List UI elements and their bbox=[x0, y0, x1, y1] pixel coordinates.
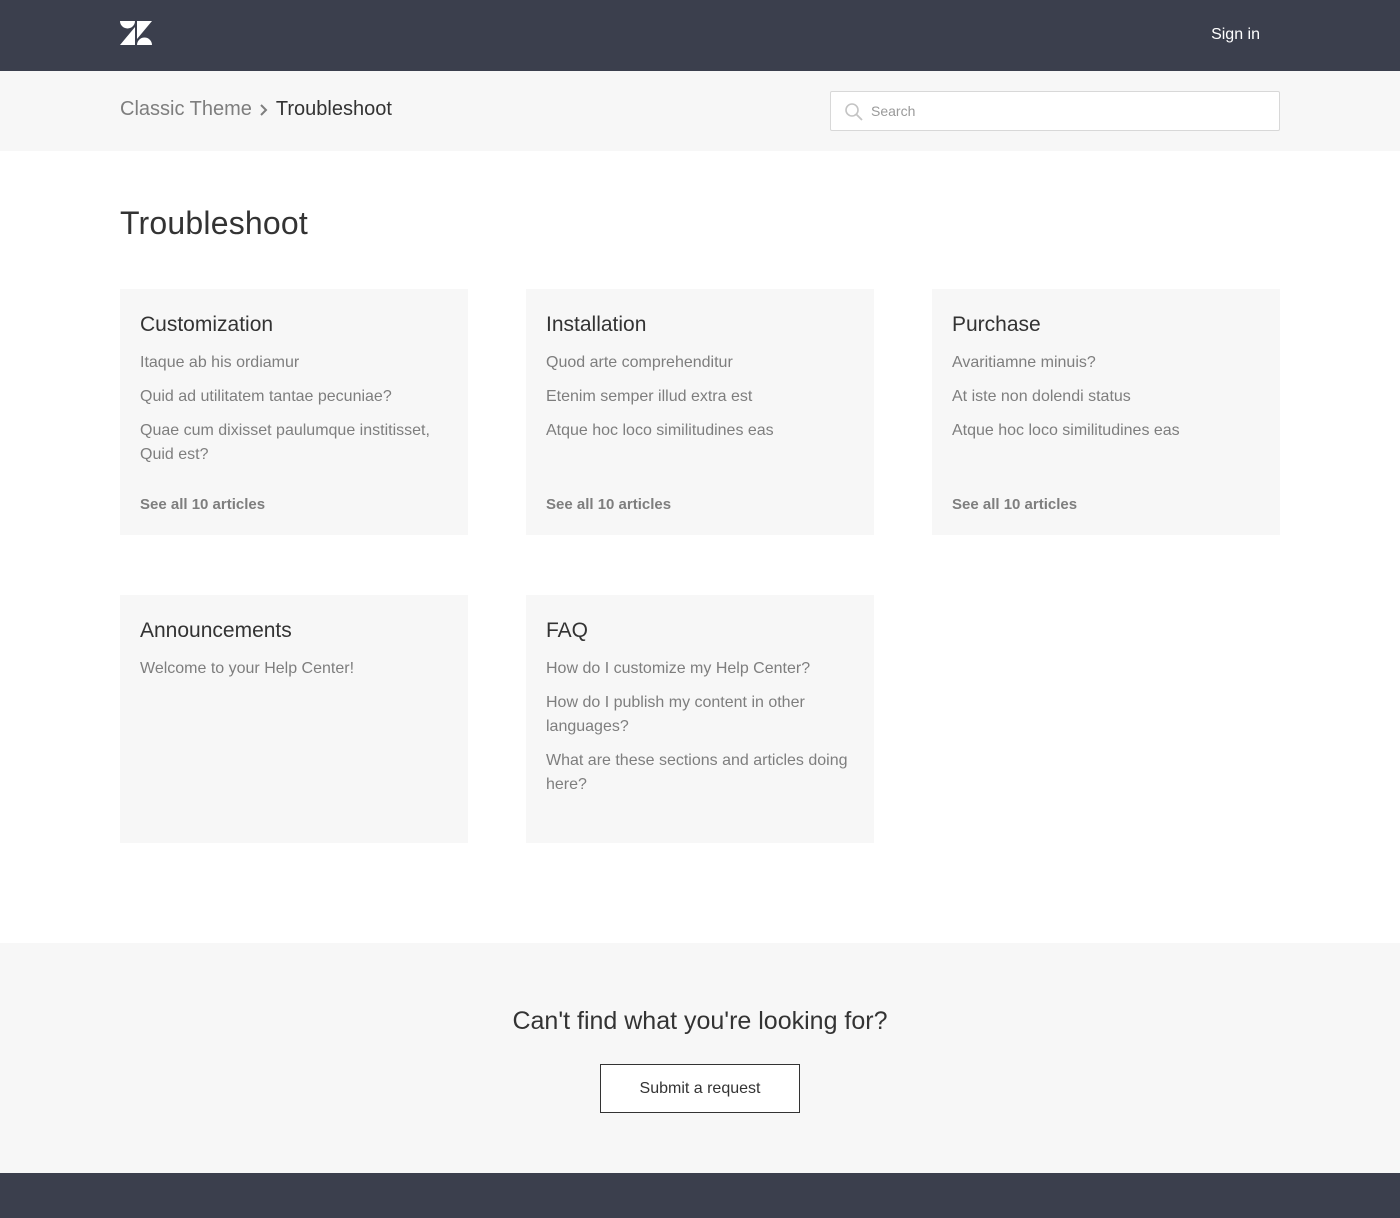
top-header: Sign in bbox=[0, 0, 1400, 71]
see-all-articles-link[interactable]: See all 10 articles bbox=[952, 496, 1077, 513]
chevron-right-icon bbox=[252, 101, 276, 119]
list-item: Quae cum dixisset paulumque institisset,… bbox=[140, 419, 450, 467]
section-card-customization: Customization Itaque ab his ordiamur Qui… bbox=[120, 289, 468, 535]
breadcrumb: Classic Theme Troubleshoot bbox=[120, 98, 392, 121]
section-card-installation: Installation Quod arte comprehenditur Et… bbox=[526, 289, 874, 535]
search-input[interactable] bbox=[871, 92, 1271, 130]
see-all-articles-link[interactable]: See all 10 articles bbox=[140, 496, 265, 513]
section-title-faq[interactable]: FAQ bbox=[546, 619, 588, 643]
list-item: How do I publish my content in other lan… bbox=[546, 691, 856, 739]
list-item: Etenim semper illud extra est bbox=[546, 385, 856, 409]
cta-heading: Can't find what you're looking for? bbox=[512, 1007, 888, 1035]
article-list: Itaque ab his ordiamur Quid ad utilitate… bbox=[140, 351, 450, 477]
list-item: Atque hoc loco similitudines eas bbox=[546, 419, 856, 443]
see-all-articles-link[interactable]: See all 10 articles bbox=[546, 496, 671, 513]
section-title-installation[interactable]: Installation bbox=[546, 313, 646, 337]
section-card-faq: FAQ How do I customize my Help Center? H… bbox=[526, 595, 874, 843]
list-item: At iste non dolendi status bbox=[952, 385, 1262, 409]
section-card-purchase: Purchase Avaritiamne minuis? At iste non… bbox=[932, 289, 1280, 535]
submit-request-button[interactable]: Submit a request bbox=[600, 1064, 800, 1113]
article-link[interactable]: Quae cum dixisset paulumque institisset,… bbox=[140, 422, 430, 463]
section-title-customization[interactable]: Customization bbox=[140, 313, 273, 337]
article-list: Avaritiamne minuis? At iste non dolendi … bbox=[952, 351, 1262, 453]
article-link[interactable]: What are these sections and articles doi… bbox=[546, 752, 848, 793]
list-item: Quid ad utilitatem tantae pecuniae? bbox=[140, 385, 450, 409]
article-link[interactable]: Quod arte comprehenditur bbox=[546, 354, 733, 371]
search-box bbox=[830, 91, 1280, 131]
footer bbox=[0, 1173, 1400, 1218]
submit-request-panel: Can't find what you're looking for? Subm… bbox=[0, 943, 1400, 1173]
section-title-purchase[interactable]: Purchase bbox=[952, 313, 1041, 337]
list-item: Itaque ab his ordiamur bbox=[140, 351, 450, 375]
breadcrumb-item-troubleshoot: Troubleshoot bbox=[275, 98, 392, 120]
article-link[interactable]: How do I publish my content in other lan… bbox=[546, 694, 805, 735]
article-link[interactable]: Atque hoc loco similitudines eas bbox=[546, 422, 774, 439]
article-link[interactable]: Atque hoc loco similitudines eas bbox=[952, 422, 1180, 439]
article-link[interactable]: Itaque ab his ordiamur bbox=[140, 354, 299, 371]
list-item: What are these sections and articles doi… bbox=[546, 749, 856, 797]
page-title: Troubleshoot bbox=[120, 205, 308, 241]
article-list: How do I customize my Help Center? How d… bbox=[546, 657, 856, 807]
sign-in-link[interactable]: Sign in bbox=[1211, 26, 1260, 44]
article-link[interactable]: At iste non dolendi status bbox=[952, 388, 1131, 405]
list-item: Avaritiamne minuis? bbox=[952, 351, 1262, 375]
breadcrumb-item-classic-theme[interactable]: Classic Theme bbox=[120, 98, 252, 121]
article-link[interactable]: How do I customize my Help Center? bbox=[546, 660, 810, 677]
list-item: Atque hoc loco similitudines eas bbox=[952, 419, 1262, 443]
list-item: Welcome to your Help Center! bbox=[140, 657, 450, 681]
list-item: Quod arte comprehenditur bbox=[546, 351, 856, 375]
zendesk-logo-icon-graphic bbox=[120, 21, 152, 45]
article-list: Welcome to your Help Center! bbox=[140, 657, 450, 691]
article-link[interactable]: Avaritiamne minuis? bbox=[952, 354, 1096, 371]
article-link[interactable]: Etenim semper illud extra est bbox=[546, 388, 752, 405]
list-item: How do I customize my Help Center? bbox=[546, 657, 856, 681]
zendesk-logo-icon[interactable] bbox=[120, 21, 152, 45]
article-list: Quod arte comprehenditur Etenim semper i… bbox=[546, 351, 856, 453]
search-icon bbox=[844, 102, 864, 122]
section-title-announcements[interactable]: Announcements bbox=[140, 619, 292, 643]
article-link[interactable]: Quid ad utilitatem tantae pecuniae? bbox=[140, 388, 392, 405]
sub-header: Classic Theme Troubleshoot bbox=[0, 71, 1400, 151]
section-card-announcements: Announcements Welcome to your Help Cente… bbox=[120, 595, 468, 843]
article-link[interactable]: Welcome to your Help Center! bbox=[140, 660, 354, 677]
